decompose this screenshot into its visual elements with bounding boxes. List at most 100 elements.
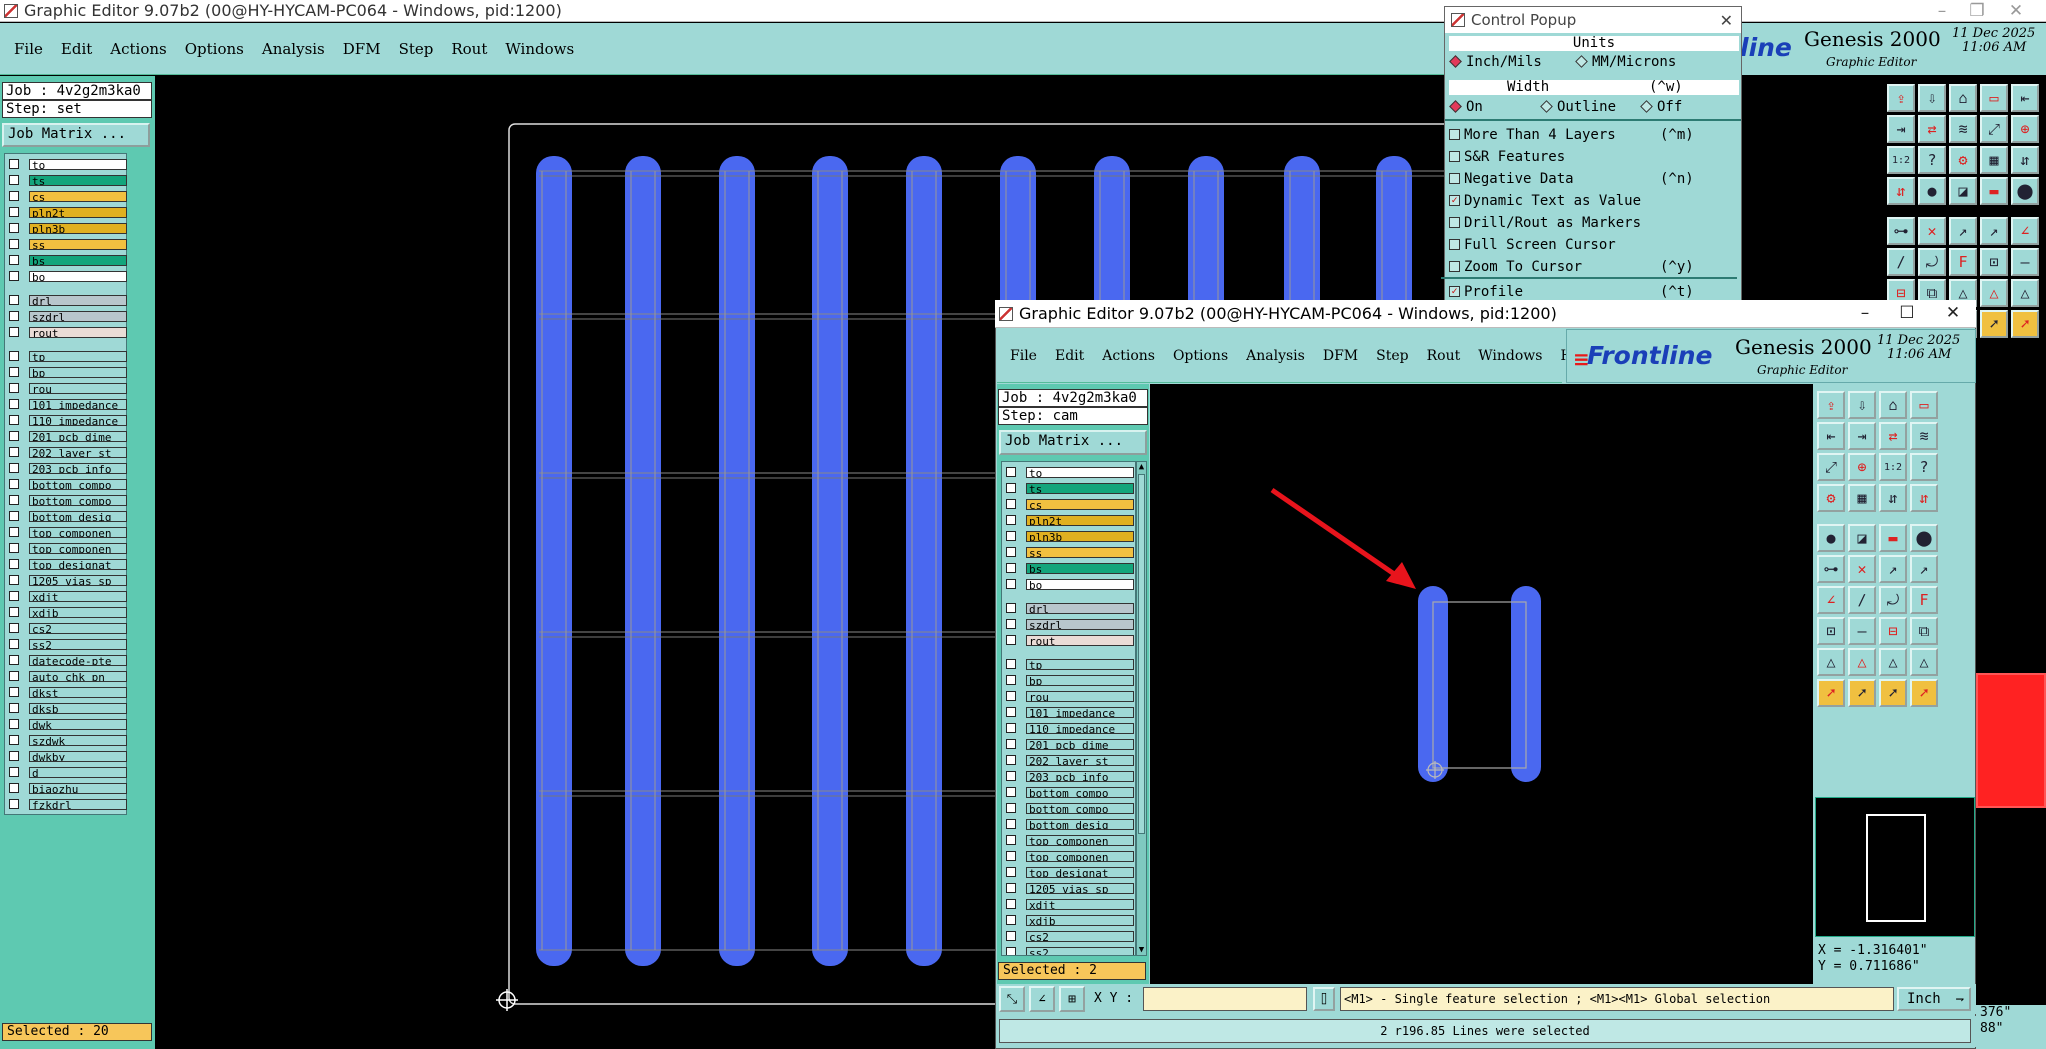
layer-row[interactable]: bp [1002, 674, 1135, 686]
arc-cw-tool-icon[interactable]: ↗ [1910, 555, 1938, 583]
layer-row[interactable]: dwkby [5, 750, 127, 762]
control-popup-close-button[interactable]: ✕ [1720, 11, 1733, 30]
scroll-up-arrow-icon[interactable]: ▲ [1137, 462, 1146, 472]
layer-checkbox[interactable] [1006, 483, 1016, 493]
popup-option-1[interactable]: S&R Features [1449, 148, 1737, 165]
units-mm-option[interactable]: MM/Microns [1575, 53, 1735, 70]
settings-tool-icon[interactable]: ⚙ [1949, 146, 1977, 174]
layer-checkbox[interactable] [9, 511, 19, 521]
layer-checkbox[interactable] [1006, 931, 1016, 941]
layer-checkbox[interactable] [9, 719, 19, 729]
layer-row[interactable]: 203_pcb_info [5, 462, 127, 474]
window-tool-icon[interactable]: ▭ [1980, 84, 2008, 112]
layer-row[interactable]: top_componen [1002, 850, 1135, 862]
pad-tool-icon[interactable]: ● [1817, 524, 1845, 552]
layer-checkbox[interactable] [9, 479, 19, 489]
layer-checkbox[interactable] [1006, 499, 1016, 509]
menu-rout[interactable]: Rout [442, 40, 496, 58]
layer-row[interactable]: bottom_desig [1002, 818, 1135, 830]
menu-edit[interactable]: Edit [1046, 348, 1093, 364]
layer-name[interactable]: cs2 [1026, 930, 1134, 942]
layer-checkbox[interactable] [9, 159, 19, 169]
layer-row[interactable]: 201_pcb_dime [1002, 738, 1135, 750]
layer-name[interactable]: ss2 [29, 638, 127, 650]
pan-left-tool-icon[interactable]: ⇤ [1817, 422, 1845, 450]
layer-name[interactable]: rou [1026, 690, 1134, 702]
angle-tool-icon[interactable]: ∠ [1817, 586, 1845, 614]
menu-windows[interactable]: Windows [1469, 348, 1551, 364]
menu-options[interactable]: Options [176, 40, 253, 58]
menu-rout[interactable]: Rout [1418, 348, 1470, 364]
layer-row[interactable]: tp [1002, 658, 1135, 670]
layer-checkbox[interactable] [1006, 915, 1016, 925]
layer-checkbox[interactable] [1006, 707, 1016, 717]
layers-up-tool-icon[interactable]: ⇵ [2011, 146, 2039, 174]
swap-tool-icon[interactable]: ⇄ [1879, 422, 1907, 450]
layer-checkbox[interactable] [9, 607, 19, 617]
layer-name[interactable]: top_componen [1026, 834, 1134, 846]
zoom-extents-tool-icon[interactable]: ⤢ [1980, 115, 2008, 143]
layer-name[interactable]: datecode-pte [29, 654, 127, 666]
layer-name[interactable]: d [29, 766, 127, 778]
layer-row[interactable]: ss [5, 238, 127, 250]
layer-checkbox[interactable] [1006, 691, 1016, 701]
layer-name[interactable]: fzkdrl [29, 798, 127, 810]
layer-name[interactable]: biaozhu [29, 782, 127, 794]
zoom-home-tool-icon[interactable]: ⇪ [1887, 84, 1915, 112]
zoom-fit-tool-icon[interactable]: ⇩ [1918, 84, 1946, 112]
layer-row[interactable]: szdrl [1002, 618, 1135, 630]
layer-name[interactable]: 202_layer_st [1026, 754, 1134, 766]
menu-options[interactable]: Options [1164, 348, 1237, 364]
layer-name[interactable]: rout [29, 326, 127, 338]
layer-name[interactable]: xdjt [29, 590, 127, 602]
layer-name[interactable]: bp [1026, 674, 1134, 686]
arc-tool-icon[interactable]: ↗ [1879, 555, 1907, 583]
layer-name[interactable]: 203_pcb_info [29, 462, 127, 474]
layer-row[interactable]: dksb [5, 702, 127, 714]
triangle-tool-icon[interactable]: △ [1817, 648, 1845, 676]
layer-name[interactable]: ss2 [1026, 946, 1134, 955]
layer-row[interactable]: 110_impedance [1002, 722, 1135, 734]
layer-row[interactable]: szdwk [5, 734, 127, 746]
layer-name[interactable]: dwkby [29, 750, 127, 762]
width-outline-option[interactable]: Outline [1540, 98, 1640, 115]
triangle-b-tool-icon[interactable]: △ [1879, 648, 1907, 676]
layer-checkbox[interactable] [1006, 787, 1016, 797]
layer-name[interactable]: bottom_desig [1026, 818, 1134, 830]
layer-row[interactable]: xdjt [1002, 898, 1135, 910]
layer-row[interactable]: top_componen [1002, 834, 1135, 846]
layer-checkbox[interactable] [9, 415, 19, 425]
line-tool-icon[interactable]: ▬ [1879, 524, 1907, 552]
layer-name[interactable]: bo [29, 270, 127, 282]
segment-tool-icon[interactable]: — [1848, 617, 1876, 645]
layer-checkbox[interactable] [9, 191, 19, 201]
layer-checkbox[interactable] [1006, 771, 1016, 781]
layer-name[interactable]: bp [29, 366, 127, 378]
cross-tool-icon[interactable]: ✕ [1918, 217, 1946, 245]
layer-name[interactable]: top_componen [29, 526, 127, 538]
zoom-extents-tool-icon[interactable]: ⤢ [1817, 453, 1845, 481]
layer-name[interactable]: auto_chk_pn [29, 670, 127, 682]
scale-1-2-tool-icon[interactable]: 1:2 [1887, 146, 1915, 174]
layer-checkbox[interactable] [1006, 835, 1016, 845]
center-tool-icon[interactable]: ⊕ [2011, 115, 2039, 143]
layer-name[interactable]: 1205_vias_sp [1026, 882, 1134, 894]
layer-row[interactable]: tp [5, 350, 127, 362]
layer-checkbox[interactable] [9, 431, 19, 441]
layer-checkbox[interactable] [9, 543, 19, 553]
pointer-tool-icon[interactable]: ➚ [1817, 679, 1845, 707]
layer-row[interactable]: bottom_compo [1002, 802, 1135, 814]
layer-name[interactable]: 1205_vias_sp [29, 574, 127, 586]
layer-row[interactable]: bs [5, 254, 127, 266]
home-tool-icon[interactable]: ⌂ [1879, 391, 1907, 419]
layer-row[interactable]: rout [5, 326, 127, 338]
wave-tool-icon[interactable]: ≋ [1949, 115, 1977, 143]
pan-right-tool-icon[interactable]: ⇥ [1887, 115, 1915, 143]
layer-name[interactable]: cs [1026, 498, 1134, 510]
pan-left-tool-icon[interactable]: ⇤ [2011, 84, 2039, 112]
layer-row[interactable]: xdjt [5, 590, 127, 602]
grid-tool-icon[interactable]: ▦ [1980, 146, 2008, 174]
rotate-tool-icon[interactable]: ⤾ [1918, 248, 1946, 276]
snap-tool-icon[interactable]: ⊡ [1980, 248, 2008, 276]
polygon-tool-icon[interactable]: ◪ [1949, 177, 1977, 205]
